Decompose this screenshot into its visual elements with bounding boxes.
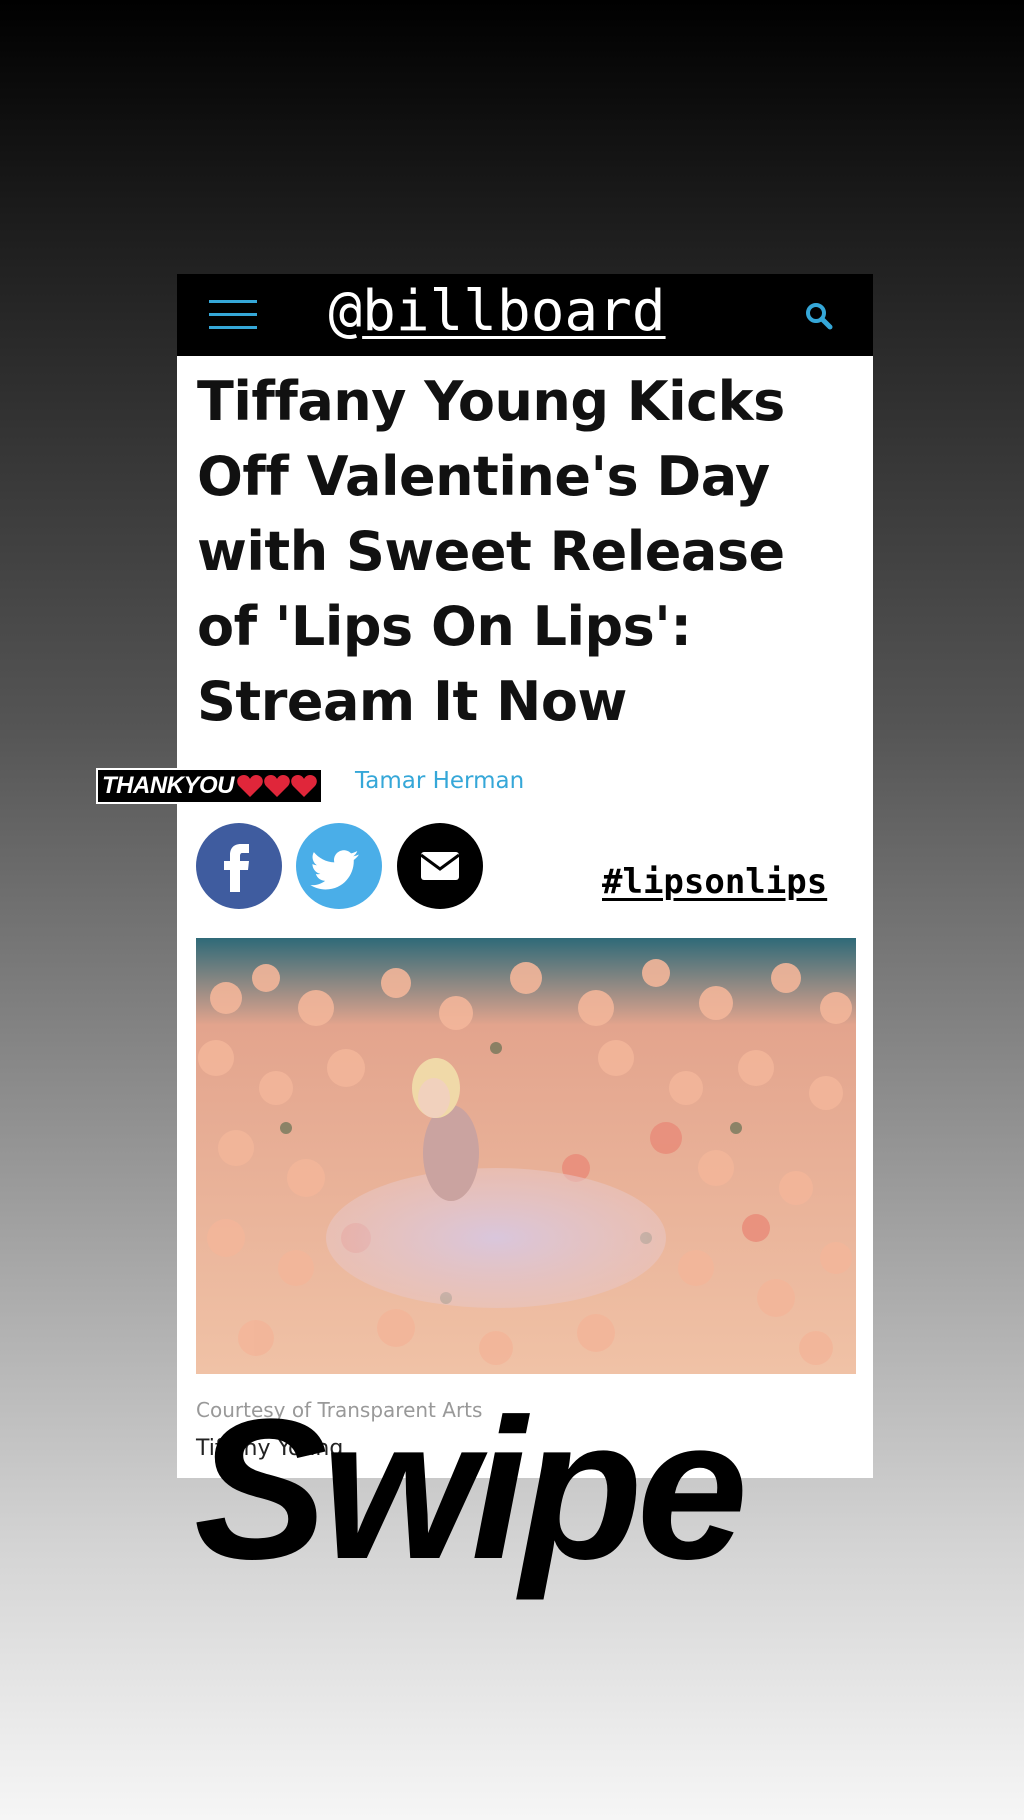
hamburger-menu-icon[interactable] (209, 298, 257, 332)
email-icon (420, 852, 460, 880)
thankyou-text: THANKYOU (102, 772, 235, 799)
swipe-sticker: Swipe (194, 1378, 748, 1601)
twitter-icon (310, 850, 359, 890)
email-share-button[interactable] (397, 823, 483, 909)
facebook-icon (224, 844, 249, 892)
hearts-icon (236, 774, 317, 798)
twitter-share-button[interactable] (296, 823, 382, 909)
handle-prefix: @ (328, 279, 363, 344)
thankyou-sticker: THANKYOU (96, 768, 323, 804)
top-bar: @billboard (177, 274, 873, 356)
search-icon[interactable] (803, 300, 835, 332)
hashtag-sticker: #lipsonlips (602, 862, 828, 902)
article-headline: Tiffany Young Kicks Off Valentine's Day … (197, 370, 785, 733)
handle-name: billboard (362, 279, 666, 344)
facebook-share-button[interactable] (196, 823, 282, 909)
article-photo (196, 938, 856, 1374)
instagram-handle-sticker: @billboard (317, 278, 677, 346)
author-link[interactable]: Tamar Herman (355, 768, 524, 794)
